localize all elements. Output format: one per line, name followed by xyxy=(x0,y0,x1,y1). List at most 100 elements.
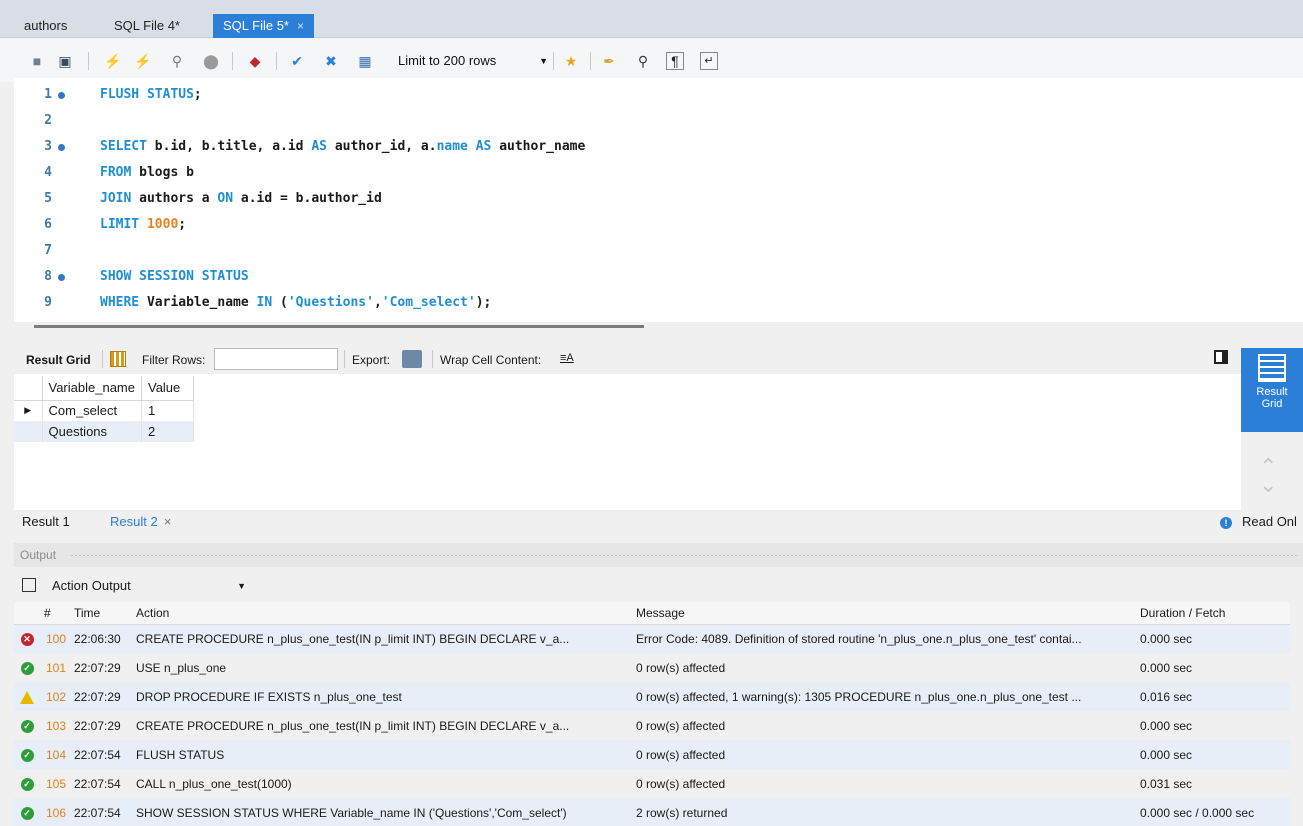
grid-layout-icon[interactable] xyxy=(110,351,126,367)
output-row[interactable]: ✓ 104 22:07:54 FLUSH STATUS 0 row(s) affecte… xyxy=(14,740,1290,769)
output-type-select[interactable]: Action Output ▼ xyxy=(50,575,250,597)
grid-row[interactable]: Questions 2 xyxy=(14,421,194,442)
editor-line[interactable]: 2 xyxy=(14,108,1214,134)
output-time: 22:07:54 xyxy=(74,776,121,791)
editor-line[interactable]: 8 SHOW SESSION STATUS xyxy=(14,264,1214,290)
output-row[interactable]: ✓ 106 22:07:54 SHOW SESSION STATUS WHERE Va… xyxy=(14,798,1290,826)
copy-icon[interactable] xyxy=(22,578,36,592)
autocommit-icon[interactable]: ▦ xyxy=(356,52,374,70)
output-row[interactable]: ✓ 101 22:07:29 USE n_plus_one 0 row(s) affec… xyxy=(14,653,1290,682)
tab-authors[interactable]: authors xyxy=(14,14,77,38)
drag-handle[interactable] xyxy=(70,554,1297,557)
editor-line[interactable]: 5 JOIN authors a ON a.id = b.author_id xyxy=(14,186,1214,212)
tab-result-1[interactable]: Result 1 xyxy=(22,514,70,529)
save-icon[interactable]: ▣ xyxy=(56,52,74,70)
output-row[interactable]: ✕ 100 22:06:30 CREATE PROCEDURE n_plus_one_… xyxy=(14,624,1290,653)
toolbar-divider xyxy=(553,52,554,70)
output-action: SHOW SESSION STATUS WHERE Variable_name … xyxy=(132,798,632,826)
wrap-cell-icon[interactable]: ≡A xyxy=(560,352,574,364)
output-message: 0 row(s) affected xyxy=(636,776,726,791)
execute-current-icon[interactable]: ⚡ xyxy=(134,52,152,70)
side-button-label-2: Grid xyxy=(1261,398,1283,410)
rollback-icon[interactable]: ✖ xyxy=(322,52,340,70)
grid-row[interactable]: ▶ Com_select 1 xyxy=(14,400,194,421)
tab-result-2[interactable]: Result 2 × xyxy=(110,514,171,529)
stop-icon[interactable]: ⬤ xyxy=(202,52,220,70)
result-grid-table: Variable_name Value ▶ Com_select 1 Quest… xyxy=(14,376,194,442)
line-number: 2 xyxy=(44,113,52,128)
sql-editor[interactable]: 1 FLUSH STATUS; 2 3 SELECT b.id, b.title, a.… xyxy=(14,78,1303,328)
scroll-up-down-icon[interactable]: ⌃ ⌄ xyxy=(1259,456,1277,496)
limit-rows-select[interactable]: Limit to 200 rows ▼ xyxy=(392,50,552,72)
line-number: 5 xyxy=(44,191,52,206)
open-folder-icon[interactable]: ■ xyxy=(28,52,46,70)
warning-icon xyxy=(20,690,34,704)
toggle-error-icon[interactable]: ◆ xyxy=(246,52,264,70)
output-header-row: # Time Action Message Duration / Fetch xyxy=(14,602,1290,625)
wrap-cell-content-label: Wrap Cell Content: xyxy=(440,353,542,367)
grid-cell[interactable]: Com_select xyxy=(42,400,142,421)
code-text: SHOW SESSION STATUS xyxy=(100,264,249,290)
tab-sql-file-4[interactable]: SQL File 4* xyxy=(104,14,190,38)
beautify-icon[interactable]: ✒ xyxy=(600,52,618,70)
editor-line[interactable]: 4 FROM blogs b xyxy=(14,160,1214,186)
wrap-lines-icon[interactable]: ↵ xyxy=(700,52,718,70)
column-header[interactable]: Value xyxy=(141,376,194,401)
action-column-header[interactable]: Action xyxy=(132,602,632,625)
code-token: AS xyxy=(311,139,327,154)
code-token: name xyxy=(436,139,468,154)
result-grid: Variable_name Value ▶ Com_select 1 Quest… xyxy=(14,374,1241,510)
number-column-header[interactable]: # xyxy=(40,602,70,625)
filter-rows-input[interactable] xyxy=(214,348,338,370)
action-output-table: # Time Action Message Duration / Fetch ✕… xyxy=(14,602,1290,826)
grid-cell[interactable]: 2 xyxy=(141,421,194,442)
toggle-panel-icon[interactable] xyxy=(1214,350,1228,364)
output-time: 22:07:54 xyxy=(70,740,132,769)
status-cell: ✓ xyxy=(14,711,40,740)
row-marker-header xyxy=(14,376,43,401)
time-column-header[interactable]: Time xyxy=(70,602,132,625)
editor-line[interactable]: 1 FLUSH STATUS; xyxy=(14,82,1214,108)
close-tab-icon[interactable]: × xyxy=(164,514,172,529)
export-icon[interactable] xyxy=(402,350,422,368)
statement-marker-icon xyxy=(58,144,65,151)
status-cell xyxy=(14,682,40,711)
code-token: , xyxy=(373,295,382,310)
add-snippet-icon[interactable]: ★ xyxy=(562,52,580,70)
grid-cell[interactable]: Questions xyxy=(42,421,142,442)
editor-line[interactable]: 7 xyxy=(14,238,1214,264)
editor-line[interactable]: 6 LIMIT 1000; xyxy=(14,212,1214,238)
editor-line[interactable]: 9 WHERE Variable_name IN ('Questions','Co… xyxy=(14,290,1214,316)
result-grid-label[interactable]: Result Grid xyxy=(26,353,91,367)
column-header[interactable]: Variable_name xyxy=(42,376,142,401)
row-marker xyxy=(14,421,43,442)
editor-horizontal-scrollbar[interactable] xyxy=(34,325,644,328)
grid-cell[interactable]: 1 xyxy=(141,400,194,421)
tab-sql-file-5[interactable]: SQL File 5* × xyxy=(213,14,315,38)
toolbar-divider xyxy=(344,350,345,368)
code-token: author_id, a. xyxy=(327,139,437,154)
statement-marker-icon xyxy=(58,274,65,281)
output-row[interactable]: ✓ 105 22:07:54 CALL n_plus_one_test(1000) 0 … xyxy=(14,769,1290,798)
code-token: 'Questions' xyxy=(287,295,374,310)
explain-icon[interactable]: ⚲ xyxy=(168,52,186,70)
code-token: authors a xyxy=(131,191,218,206)
output-row[interactable]: 102 22:07:29 DROP PROCEDURE IF EXISTS n_pl… xyxy=(14,682,1290,711)
duration-column-header[interactable]: Duration / Fetch xyxy=(1136,602,1290,625)
output-row[interactable]: ✓ 103 22:07:29 CREATE PROCEDURE n_plus_one_… xyxy=(14,711,1290,740)
invisible-chars-icon[interactable]: ¶ xyxy=(666,52,684,70)
execute-icon[interactable]: ⚡ xyxy=(104,52,122,70)
commit-icon[interactable]: ✔ xyxy=(288,52,306,70)
close-tab-icon[interactable]: × xyxy=(297,19,304,33)
output-duration: 0.000 sec / 0.000 sec xyxy=(1136,798,1290,826)
result-grid-side-button[interactable]: Result Grid xyxy=(1241,348,1303,432)
code-text: FROM blogs b xyxy=(100,160,194,186)
code-token: ); xyxy=(475,295,492,310)
message-column-header[interactable]: Message xyxy=(632,602,1136,625)
editor-line[interactable]: 3 SELECT b.id, b.title, a.id AS author_id… xyxy=(14,134,1214,160)
find-icon[interactable]: ⚲ xyxy=(634,52,652,70)
limit-rows-value: Limit to 200 rows xyxy=(398,53,497,68)
output-number: 101 xyxy=(45,660,66,675)
